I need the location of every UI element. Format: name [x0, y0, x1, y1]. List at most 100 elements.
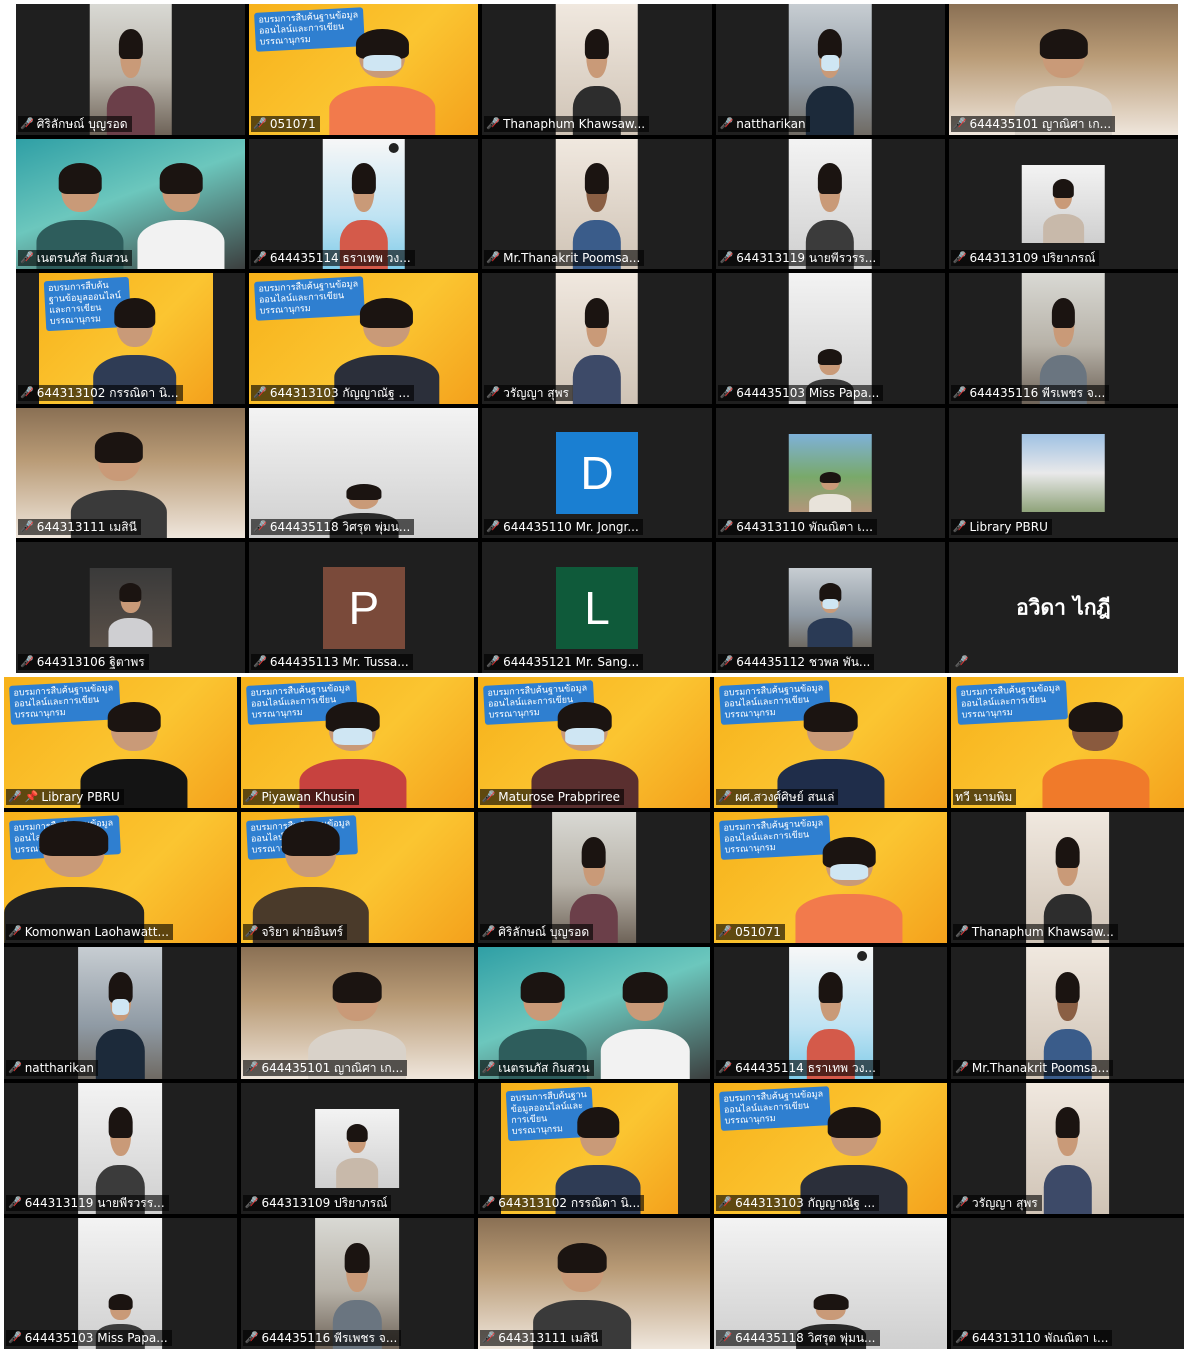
participant-name-label: 🎤̸ เนตรนภัส กิมสวน — [479, 1059, 594, 1076]
participant-tile[interactable]: 🎤̸ 644313111 เมสินี — [477, 1217, 711, 1349]
participant-tile[interactable]: 🎤̸ 644435116 พีรเพชร จ... — [240, 1217, 474, 1349]
participant-tile[interactable]: 🎤̸ Thanaphum Khawsaw... — [482, 4, 712, 135]
participant-tile[interactable]: 🎤̸ 644435118 วิศรุต พุ่มน... — [249, 407, 479, 539]
participant-tile[interactable]: 🎤̸ 644313111 เมสินี — [16, 407, 246, 539]
participant-name-label: 🎤̸ 644313119 นายพีรวรร... — [717, 250, 881, 267]
participant-tile[interactable]: 🎤̸ nattharikan — [4, 947, 237, 1079]
microphone-muted-icon: 🎤̸ — [481, 1330, 496, 1344]
participant-tile[interactable]: 🎤̸ Mr.Thanakrit Poomsa... — [951, 947, 1184, 1079]
participant-video — [315, 1108, 400, 1188]
participant-tile[interactable]: อบรมการสืบค้นฐานข้อมูลออนไลน์และการเขียน… — [249, 4, 479, 135]
participant-name-label: 🎤̸ Mr.Thanakrit Poomsa... — [484, 250, 645, 267]
participant-tile[interactable]: 🎤̸ ศิริลักษณ์ บุญรอด — [16, 4, 246, 135]
participant-tile[interactable]: 🎤̸ 644435116 พีรเพชร จ... — [948, 273, 1178, 404]
microphone-muted-icon: 🎤̸ — [954, 655, 969, 668]
participant-tile[interactable]: อบรมการสืบค้นฐานข้อมูลออนไลน์และการเขียน… — [16, 273, 246, 404]
participant-tile[interactable]: 🎤̸ Thanaphum Khawsaw... — [951, 812, 1184, 944]
participant-tile[interactable]: D 🎤̸ 644435110 Mr. Jongr... — [482, 407, 712, 539]
participant-tile[interactable]: อบรมการสืบค้นฐานข้อมูลออนไลน์และการเขียน… — [4, 812, 237, 944]
participant-name-label: 🎤̸ 644435103 Miss Papa... — [6, 1329, 172, 1346]
participant-tile[interactable]: 🎤̸ เนตรนภัส กิมสวน — [16, 138, 246, 270]
participant-tile[interactable]: 🎤̸ ศิริลักษณ์ บุญรอด — [477, 812, 711, 944]
microphone-muted-icon: 🎤̸ — [253, 116, 267, 130]
participant-tile[interactable]: อวิดา ไกฎี 🎤̸ — [948, 542, 1178, 673]
participant-video — [788, 568, 872, 647]
participant-tile[interactable]: 🎤̸ 644313110 พัณณิตา เ... — [951, 1217, 1184, 1349]
microphone-muted-icon: 🎤̸ — [486, 116, 501, 130]
participant-tile[interactable]: อบรมการสืบค้นฐานข้อมูลออนไลน์และการเขียน… — [240, 812, 474, 944]
participant-tile[interactable]: 🎤̸ Library PBRU — [948, 407, 1178, 539]
participant-tile[interactable]: P 🎤̸ 644435113 Mr. Tussa... — [249, 542, 479, 673]
zoom-gallery-view-2: อบรมการสืบค้นฐานข้อมูลออนไลน์และการเขียน… — [4, 677, 1184, 1349]
microphone-muted-icon: 🎤̸ — [718, 1195, 733, 1209]
participant-name-label: 🎤̸ ศิริลักษณ์ บุญรอด — [18, 115, 132, 132]
participant-name-label: 🎤̸ 644313109 ปริยาภรณ์ — [242, 1194, 392, 1211]
participant-tile[interactable]: 🎤̸ 644435103 Miss Papa... — [715, 273, 945, 404]
participant-name-label: 🎤̸ 644313103 กัญญาณัฐ ... — [251, 384, 414, 401]
participant-tile[interactable]: 🎤̸ 644435114 ธราเทพ วง... — [249, 138, 479, 270]
participant-name-label: 🎤̸ 644313106 ฐิตาพร — [18, 654, 149, 670]
microphone-muted-icon: 🎤̸ — [481, 790, 496, 804]
avatar: D — [555, 432, 638, 515]
participant-tile-active-speaker[interactable]: อบรมการสืบค้นฐานข้อมูลออนไลน์และการเขียน… — [951, 677, 1184, 809]
participant-tile[interactable]: 🎤̸ 644435112 ชวพล พัน... — [715, 542, 945, 673]
participant-tile[interactable]: 🎤̸ 644313109 ปริยาภรณ์ — [948, 138, 1178, 270]
participant-tile[interactable]: 🎤̸ 644435101 ญาณิศา เก... — [240, 947, 474, 1079]
participant-tile[interactable]: 🎤̸ วรัญญา สุพร — [482, 273, 712, 404]
microphone-muted-icon: 🎤̸ — [486, 655, 501, 668]
participant-tile[interactable]: อบรมการสืบค้นฐานข้อมูลออนไลน์และการเขียน… — [714, 677, 948, 809]
participant-name-label: 🎤̸ 644435118 วิศรุต พุ่มน... — [716, 1329, 880, 1346]
microphone-muted-icon: 🎤̸ — [719, 251, 734, 265]
microphone-muted-icon: 🎤̸ — [955, 1330, 969, 1344]
participant-tile[interactable]: 🎤̸ Mr.Thanakrit Poomsa... — [482, 138, 712, 270]
participant-tile[interactable]: 🎤̸ 644313110 พัณณิตา เ... — [715, 407, 945, 539]
participant-name-label: 🎤̸ Piyawan Khusin — [242, 789, 360, 806]
participant-name-label: 🎤̸ 644435118 วิศรุต พุ่มน... — [251, 519, 415, 536]
participant-tile[interactable]: 🎤̸ 644313119 นายพีรวรร... — [715, 138, 945, 270]
participant-video — [1022, 164, 1105, 244]
microphone-muted-icon: 🎤̸ — [8, 925, 22, 939]
participant-name-label: 🎤̸ ผศ.สวงศ์ศิษย์ สนเล่ — [716, 789, 839, 806]
participant-name-label: 🎤̸ 051071 — [716, 924, 785, 941]
microphone-muted-icon: 🎤̸ — [244, 1330, 259, 1344]
participant-tile[interactable]: 🎤̸ 644435103 Miss Papa... — [4, 1217, 237, 1349]
participant-tile[interactable]: 🎤̸ 644313106 ฐิตาพร — [16, 542, 246, 673]
microphone-muted-icon: 🎤̸ — [20, 655, 34, 668]
participant-name-label: 🎤̸ วรัญญา สุพร — [484, 384, 573, 401]
participant-name-label: 🎤̸ 644313110 พัณณิตา เ... — [717, 519, 877, 536]
microphone-muted-icon: 🎤̸ — [8, 1060, 22, 1074]
participant-tile[interactable]: 🎤̸ วรัญญา สุพร — [951, 1082, 1184, 1214]
zoom-gallery-view-1: 🎤̸ ศิริลักษณ์ บุญรอด อบรมการสืบค้นฐานข้อม… — [16, 4, 1178, 673]
participant-name-label: 🎤̸ 644435112 ชวพล พัน... — [717, 654, 875, 670]
participant-tile[interactable]: อบรมการสืบค้นฐานข้อมูลออนไลน์และการเขียน… — [477, 677, 711, 809]
microphone-muted-icon: 🎤̸ — [955, 925, 969, 939]
participant-name-label: 🎤̸ 644435110 Mr. Jongr... — [484, 519, 643, 536]
participant-name-label: 🎤̸ จริยา ผ่ายอินทร์ — [242, 924, 348, 941]
microphone-muted-icon: 🎤̸ — [718, 1060, 733, 1074]
participant-tile[interactable]: อบรมการสืบค้นฐานข้อมูลออนไลน์และการเขียน… — [240, 677, 474, 809]
microphone-muted-icon: 🎤̸ — [244, 1195, 259, 1209]
participant-tile[interactable]: 🎤̸ 644313119 นายพีรวรร... — [4, 1082, 237, 1214]
participant-tile[interactable]: 🎤̸ 644435101 ญาณิศา เก... — [948, 4, 1178, 135]
participant-tile[interactable]: อบรมการสืบค้นฐานข้อมูลออนไลน์และการเขียน… — [4, 677, 237, 809]
participant-tile[interactable]: 🎤̸ เนตรนภัส กิมสวน — [477, 947, 711, 1079]
participant-name-label: 🎤̸ เนตรนภัส กิมสวน — [18, 250, 132, 267]
microphone-muted-icon: 🎤̸ — [20, 116, 34, 130]
participant-tile[interactable]: L 🎤̸ 644435121 Mr. Sang... — [482, 542, 712, 673]
participant-tile[interactable]: อบรมการสืบค้นฐานข้อมูลออนไลน์และการเขียน… — [477, 1082, 711, 1214]
microphone-muted-icon: 🎤̸ — [719, 655, 734, 668]
participant-name-label: 🎤̸ Thanaphum Khawsaw... — [484, 115, 650, 132]
participant-name-label: 🎤̸ 644435101 ญาณิศา เก... — [242, 1059, 408, 1076]
participant-tile[interactable]: 🎤̸ 644435118 วิศรุต พุ่มน... — [714, 1217, 948, 1349]
participant-tile[interactable]: 🎤̸ 644435114 ธราเทพ วง... — [714, 947, 948, 1079]
microphone-muted-icon: 🎤̸ — [481, 1060, 496, 1074]
participant-tile[interactable]: อบรมการสืบค้นฐานข้อมูลออนไลน์และการเขียน… — [714, 812, 948, 944]
participant-tile[interactable]: อบรมการสืบค้นฐานข้อมูลออนไลน์และการเขียน… — [714, 1082, 948, 1214]
avatar: P — [322, 566, 405, 649]
participant-name-label: 🎤̸ 644435114 ธราเทพ วง... — [716, 1059, 880, 1076]
participant-tile[interactable]: 🎤̸ nattharikan — [715, 4, 945, 135]
participant-name-label: 🎤̸ 644435116 พีรเพชร จ... — [950, 384, 1110, 401]
participant-tile[interactable]: อบรมการสืบค้นฐานข้อมูลออนไลน์และการเขียน… — [249, 273, 479, 404]
participant-tile[interactable]: 🎤̸ 644313109 ปริยาภรณ์ — [240, 1082, 474, 1214]
microphone-muted-icon: 🎤̸ — [20, 520, 34, 534]
